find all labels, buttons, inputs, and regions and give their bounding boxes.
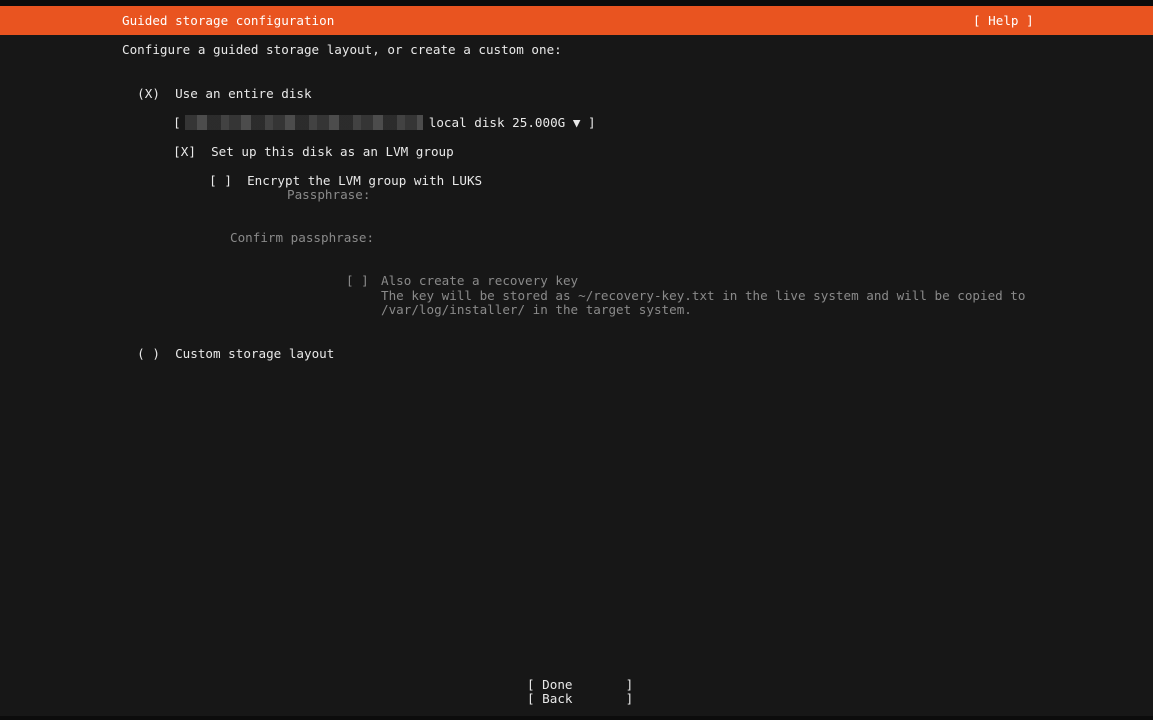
luks-option[interactable]: [ ] Encrypt the LVM group with LUKS (194, 158, 482, 188)
entire-disk-label: Use an entire disk (175, 86, 312, 101)
entire-disk-option[interactable]: (X) Use an entire disk (122, 71, 312, 101)
help-button[interactable]: [ Help ] (973, 13, 1034, 28)
intro-text: Configure a guided storage layout, or cr… (122, 42, 562, 57)
custom-layout-option[interactable]: ( ) Custom storage layout (122, 331, 334, 361)
done-button[interactable]: [ Done ] (527, 677, 633, 692)
custom-layout-label: Custom storage layout (175, 346, 335, 361)
header-bar: Guided storage configuration [ Help ] (0, 6, 1153, 35)
disk-select-value: local disk 25.000G (428, 115, 566, 130)
confirm-passphrase-label: Confirm passphrase: (230, 230, 375, 245)
entire-disk-radio[interactable]: (X) (137, 86, 160, 101)
disk-name-redacted (184, 115, 423, 130)
confirm-passphrase-input (381, 230, 981, 245)
lvm-checkbox[interactable]: [X] (173, 144, 196, 159)
page-title: Guided storage configuration (122, 13, 335, 28)
custom-layout-radio[interactable]: ( ) (137, 346, 160, 361)
passphrase-input (381, 187, 981, 202)
recovery-key-description-line-1: The key will be stored as ~/recovery-key… (381, 288, 1026, 303)
luks-label: Encrypt the LVM group with LUKS (247, 173, 483, 188)
recovery-key-description-line-2: /var/log/installer/ in the target system… (381, 302, 692, 317)
recovery-key-label: Also create a recovery key (381, 273, 579, 288)
back-button[interactable]: [ Back ] (527, 691, 633, 706)
bottom-border (0, 716, 1153, 720)
recovery-key-checkbox: [ ] (346, 273, 369, 288)
passphrase-label: Passphrase: (287, 187, 371, 202)
disk-select[interactable]: [local disk 25.000G ▼ ] (158, 100, 596, 130)
luks-checkbox[interactable]: [ ] (209, 173, 232, 188)
disk-select-open-bracket: [ (173, 115, 181, 130)
disk-select-close-bracket: ] (588, 115, 596, 130)
lvm-label: Set up this disk as an LVM group (211, 144, 454, 159)
lvm-option[interactable]: [X] Set up this disk as an LVM group (158, 129, 454, 159)
